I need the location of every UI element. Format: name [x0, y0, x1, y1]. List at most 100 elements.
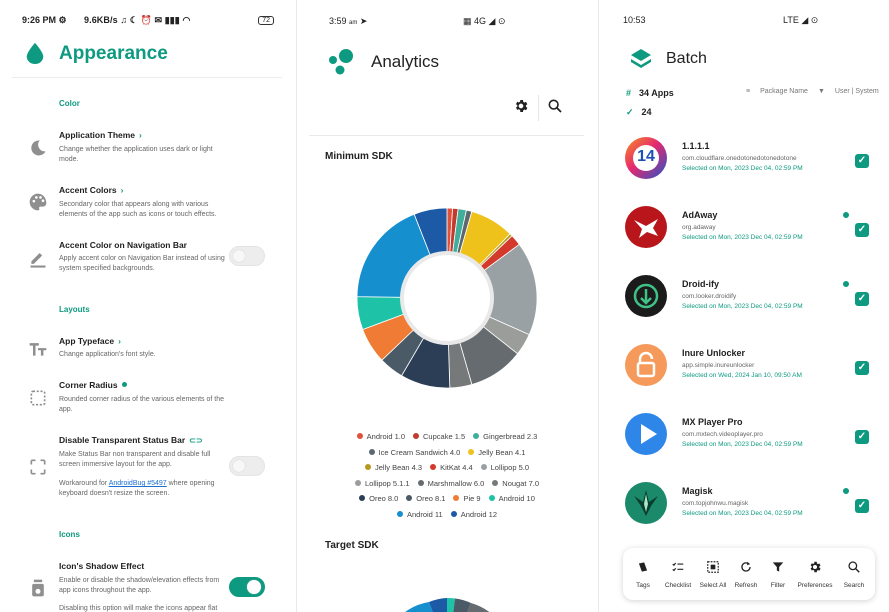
legend-swatch — [430, 464, 437, 471]
refresh-button[interactable]: Refresh — [731, 548, 761, 600]
app-selected-date: Selected on Mon, 2023 Dec 04, 02:59 PM — [682, 165, 803, 172]
page-title: Batch — [666, 50, 707, 67]
layers-logo-icon — [631, 49, 651, 68]
legend-label: Jelly Bean 4.3 — [374, 463, 423, 473]
status-network: ▦ 4G ◢ ⊙ — [463, 16, 506, 26]
corner-radius-icon — [30, 390, 46, 406]
icon-shadow-toggle[interactable] — [229, 577, 265, 597]
app-row[interactable]: Magisk com.topjohnwu.magisk Selected on … — [599, 482, 889, 550]
app-checkbox[interactable]: ✓ — [855, 292, 869, 306]
preferences-button[interactable]: Preferences — [795, 548, 835, 600]
pref-title: Corner Radius — [59, 380, 118, 390]
apps-count: #34 Apps — [626, 88, 674, 98]
app-checkbox[interactable]: ✓ — [855, 154, 869, 168]
tags-button[interactable]: Tags — [627, 548, 659, 600]
legend-swatch — [406, 495, 413, 502]
app-row[interactable]: MX Player Pro com.mxtech.videoplayer.pro… — [599, 413, 889, 481]
status-time: 9:26 PM ⚙ — [22, 15, 67, 25]
gear-icon — [810, 561, 821, 573]
app-checkbox[interactable]: ✓ — [855, 223, 869, 237]
legend-swatch — [359, 495, 366, 502]
legend-label: KitKat 4.4 — [440, 463, 473, 473]
legend-item[interactable]: Oreo 8.1 — [406, 494, 445, 503]
search-icon[interactable] — [547, 98, 563, 114]
search-button[interactable]: Search — [838, 548, 870, 600]
legend-label: Android 1.0 — [366, 432, 406, 441]
app-row[interactable]: Inure Unlocker app.simple.inureunlocker … — [599, 344, 889, 412]
info-dot-icon — [843, 488, 849, 494]
legend-swatch — [356, 433, 363, 439]
app-name: Magisk — [682, 486, 713, 496]
app-row[interactable]: Droid-ify com.looker.droidify Selected o… — [599, 275, 889, 343]
legend-item[interactable]: Marshmallow 6.0 — [417, 478, 485, 488]
app-checkbox[interactable]: ✓ — [855, 499, 869, 513]
app-name: MX Player Pro — [682, 417, 743, 427]
pref-extra: Disabling this option will make the icon… — [59, 605, 218, 612]
pref-title: Accent Colors — [59, 185, 117, 195]
min-sdk-donut-chart — [356, 207, 538, 389]
legend-item[interactable]: Gingerbread 2.3 — [473, 432, 537, 441]
moon-icon — [31, 140, 46, 156]
app-checkbox[interactable]: ✓ — [855, 430, 869, 444]
pref-title: Icon's Shadow Effect — [59, 561, 145, 571]
legend-item[interactable]: Android 1.0 — [356, 432, 406, 441]
chevron-right-icon: › — [118, 336, 121, 346]
chevron-right-icon: › — [139, 130, 142, 140]
status-net: 9.6KB/s ♫ ☾ ⏰ ✉ ▮▮▮ ◠ — [84, 15, 191, 25]
app-selected-date: Selected on Mon, 2023 Dec 04, 02:59 PM — [682, 303, 803, 310]
legend-item[interactable]: Android 12 — [450, 510, 497, 519]
legend-item[interactable]: Android 11 — [396, 509, 443, 519]
legend-label: Android 11 — [406, 509, 443, 519]
app-icon-magisk — [625, 482, 667, 524]
app-package: com.cloudflare.onedotonedotonedotone — [682, 155, 797, 162]
legend-item[interactable]: Jelly Bean 4.1 — [468, 448, 525, 457]
page-title: Appearance — [59, 43, 168, 64]
analytics-screen: 3:59 am ➤ ▦ 4G ◢ ⊙ Analytics Minimum SDK… — [297, 0, 598, 612]
legend-swatch — [368, 448, 375, 455]
app-icon-inure-unlocker — [625, 344, 667, 386]
legend-item[interactable]: Ice Cream Sandwich 4.0 — [368, 448, 460, 457]
legend-item[interactable]: Lollipop 5.1.1 — [354, 479, 410, 488]
app-row[interactable]: 14 1.1.1.1 com.cloudflare.onedotonedoton… — [599, 137, 889, 205]
app-package: app.simple.inureunlocker — [682, 362, 755, 369]
gear-icon: ⚙ — [58, 15, 67, 25]
pref-title: App Typeface — [59, 336, 115, 346]
android-bug-link[interactable]: AndroidBug #5497 — [109, 480, 167, 487]
checkmark-icon: ✓ — [626, 107, 634, 117]
legend-item[interactable]: Android 10 — [488, 494, 535, 503]
divider — [309, 135, 584, 136]
legend-item[interactable]: Nougat 7.0 — [492, 479, 539, 488]
checklist-button[interactable]: Checklist — [661, 548, 695, 600]
target-sdk-slice — [405, 602, 433, 612]
app-row[interactable]: AdAway org.adaway Selected on Mon, 2023 … — [599, 206, 889, 274]
legend-item[interactable]: Pie 9 — [453, 494, 481, 503]
filter-icon: ▼ — [817, 88, 825, 95]
navbar-accent-toggle[interactable] — [229, 246, 265, 266]
app-icon-droidify — [625, 275, 667, 317]
screenshot-collage: 9:26 PM ⚙ 9.6KB/s ♫ ☾ ⏰ ✉ ▮▮▮ ◠ 72 Appea… — [0, 0, 889, 612]
legend-label: Gingerbread 2.3 — [483, 432, 538, 441]
legend-item[interactable]: Lollipop 5.0 — [480, 463, 529, 472]
transparent-status-toggle[interactable] — [229, 456, 265, 476]
sort-label[interactable]: Package Name — [760, 88, 808, 95]
pref-desc: Apply accent color on Navigation Bar ins… — [59, 255, 225, 272]
pref-desc: Enable or disable the shadow/elevation e… — [59, 577, 220, 594]
legend-item[interactable]: KitKat 4.4 — [430, 463, 473, 472]
legend-item[interactable]: Jelly Bean 4.3 — [364, 463, 423, 473]
batch-screen: 10:53 LTE ◢ ⊙ Batch #34 Apps ✓ 24 ≡ Packag… — [599, 0, 889, 612]
filter-button[interactable]: Filter — [763, 548, 793, 600]
legend-label: Oreo 8.0 — [369, 494, 399, 504]
status-network: LTE ◢ ⊙ — [783, 15, 819, 25]
info-dot-icon — [843, 281, 849, 287]
filter-label[interactable]: User | System — [835, 88, 879, 95]
legend-item[interactable]: Cupcake 1.5 — [413, 432, 465, 441]
sort-filter-bar[interactable]: ≡ Package Name ▼ User | System — [746, 88, 879, 95]
app-checkbox[interactable]: ✓ — [855, 361, 869, 375]
app-icon-adaway — [625, 206, 667, 248]
legend-item[interactable]: Oreo 8.0 — [359, 494, 398, 503]
legend-label: Marshmallow 6.0 — [427, 478, 485, 488]
select-all-button[interactable]: Select All — [696, 548, 730, 600]
legend-row: Oreo 8.0 Oreo 8.1 Pie 9 Android 10 — [311, 494, 583, 510]
settings-gear-icon[interactable] — [513, 98, 529, 114]
typeface-icon — [29, 343, 47, 356]
